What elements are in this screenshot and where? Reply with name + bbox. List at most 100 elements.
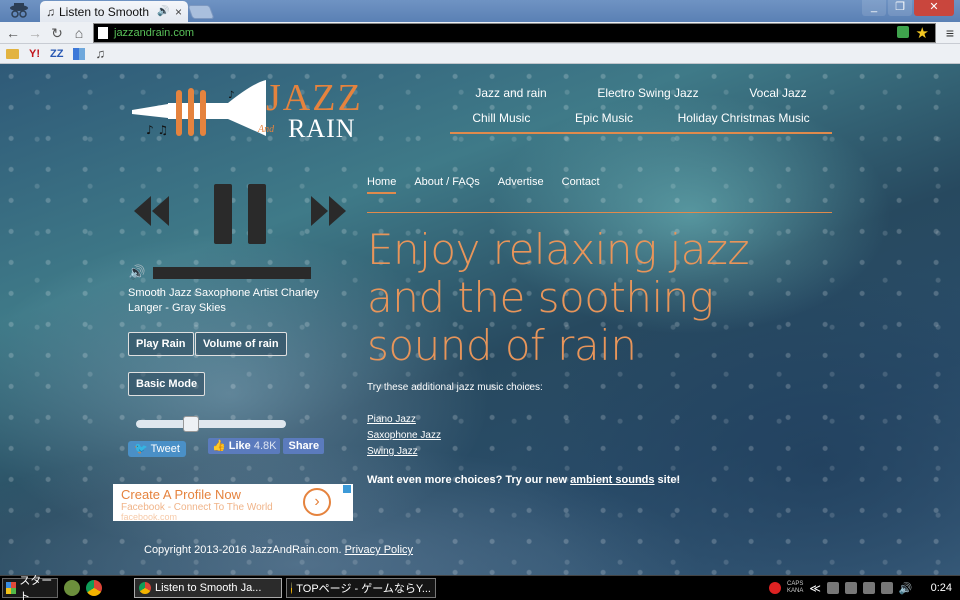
home-icon[interactable]: ⌂ (70, 24, 88, 42)
nav-advertise[interactable]: Advertise (498, 176, 544, 194)
chrome-icon (139, 582, 151, 594)
trumpet-icon: ♪ ♫ ♪ (132, 80, 266, 137)
page-headline: Enjoy relaxing jazz and the soothing sou… (367, 225, 750, 370)
copyright: Copyright 2013-2016 JazzAndRain.com. Pri… (144, 544, 414, 556)
chevron-right-icon[interactable]: › (303, 488, 331, 516)
bookmarks-bar: Y! ZZ ♫ (0, 44, 960, 64)
speaker-icon: 🔊 (157, 6, 170, 17)
main-nav-divider (367, 212, 832, 213)
chrome-quicklaunch-icon[interactable] (86, 580, 102, 596)
nav-home[interactable]: Home (367, 176, 397, 194)
minimize-button[interactable]: _ (862, 0, 886, 16)
thumbs-up-icon: 👍 (212, 440, 226, 452)
device-icon[interactable] (862, 582, 875, 594)
link-swing-jazz[interactable]: Swing Jazz (367, 444, 441, 460)
like-count: 4.8K (253, 440, 277, 452)
pause-icon[interactable] (214, 184, 268, 244)
try-text: Try these additional jazz music choices: (367, 382, 543, 393)
display-icon[interactable] (880, 582, 893, 594)
menu-icon[interactable]: ≡ (946, 25, 954, 41)
link-saxophone-jazz[interactable]: Saxophone Jazz (367, 428, 441, 444)
nav-electro-swing-jazz[interactable]: Electro Swing Jazz (597, 86, 698, 100)
yahoo-bookmark-icon[interactable]: Y! (29, 48, 40, 60)
browser-tab[interactable]: ♫ Listen to Smooth 🔊 × (40, 1, 188, 22)
address-bar[interactable]: jazzandrain.com ★ (93, 23, 936, 43)
windows-flag-icon (6, 582, 17, 594)
logo-and-text: And (258, 124, 275, 135)
reload-icon[interactable]: ↻ (48, 24, 66, 42)
nav-jazz-and-rain[interactable]: Jazz and rain (475, 86, 546, 100)
caps-kana-indicator: CAPS KANA (787, 581, 804, 594)
browser-toolbar: ← → ↻ ⌂ jazzandrain.com ★ ≡ (0, 22, 960, 44)
system-tray: CAPS KANA ≪ 🔊 0:24 (769, 576, 960, 600)
tweet-button[interactable]: 🐦 Tweet (128, 441, 186, 457)
volume-tray-icon[interactable]: 🔊 (899, 582, 913, 595)
grid-bookmark-icon[interactable] (73, 47, 86, 60)
music-player: 🔊 Smooth Jazz Saxophone Artist Charley L… (128, 180, 356, 457)
ad-info-icon[interactable] (343, 485, 351, 493)
basic-mode-button[interactable]: Basic Mode (128, 372, 206, 396)
music-note-icon: ♫ (46, 4, 55, 19)
privacy-policy-link[interactable]: Privacy Policy (345, 544, 413, 556)
back-icon[interactable]: ← (4, 24, 22, 42)
expand-tray-icon[interactable]: ≪ (809, 582, 821, 595)
logo-rain-text: RAIN (288, 114, 356, 143)
nav-about-faqs[interactable]: About / FAQs (414, 176, 479, 194)
main-nav: Home About / FAQs Advertise Contact (367, 176, 832, 213)
share-button[interactable]: Share (283, 438, 325, 454)
more-choices-text: Want even more choices? Try our new ambi… (367, 474, 681, 486)
music-links: Piano Jazz Saxophone Jazz Swing Jazz (367, 412, 441, 460)
new-tab-button[interactable] (187, 5, 215, 19)
page-icon (98, 27, 108, 39)
facebook-buttons: 👍 Like 4.8K Share (208, 438, 325, 454)
quicklaunch-app-icon[interactable] (64, 580, 80, 596)
play-rain-button[interactable]: Play Rain (128, 332, 194, 356)
rewind-icon[interactable] (132, 196, 170, 226)
close-tab-icon[interactable]: × (175, 5, 182, 19)
ambient-sounds-link[interactable]: ambient sounds (570, 474, 654, 486)
tab-title: Listen to Smooth (59, 4, 150, 19)
site-logo[interactable]: ♪ ♫ ♪ JAZZ And RAIN (128, 72, 373, 144)
chrome-icon (291, 582, 293, 594)
link-piano-jazz[interactable]: Piano Jazz (367, 412, 441, 428)
twitter-bird-icon: 🐦 (134, 443, 148, 455)
volume-icon[interactable]: 🔊 (128, 264, 145, 281)
music-bookmark-icon[interactable]: ♫ (95, 46, 105, 61)
security-icon[interactable] (844, 582, 857, 594)
volume-of-rain-button[interactable]: Volume of rain (195, 332, 287, 356)
network-icon[interactable] (826, 582, 839, 594)
like-button[interactable]: 👍 Like 4.8K (208, 438, 281, 454)
zz-bookmark-icon[interactable]: ZZ (50, 48, 63, 60)
fast-forward-icon[interactable] (310, 196, 348, 226)
genre-nav: Jazz and rain Electro Swing Jazz Vocal J… (450, 80, 832, 134)
nav-divider (450, 132, 832, 134)
nav-contact[interactable]: Contact (562, 176, 600, 194)
restore-button[interactable]: ❐ (888, 0, 912, 16)
bookmark-star-icon[interactable]: ★ (916, 24, 929, 42)
ad-banner[interactable]: Create A Profile Now Facebook - Connect … (113, 484, 353, 522)
nav-vocal-jazz[interactable]: Vocal Jazz (749, 86, 806, 100)
taskbar-item-chrome-jazz[interactable]: Listen to Smooth Ja... (134, 578, 282, 598)
nav-chill-music[interactable]: Chill Music (472, 111, 530, 125)
rain-volume-slider[interactable] (136, 416, 286, 432)
forward-icon[interactable]: → (26, 24, 44, 42)
clock: 0:24 (930, 582, 952, 594)
ad-url: facebook.com (121, 512, 178, 522)
slider-thumb[interactable] (183, 416, 199, 432)
start-button[interactable]: スタート (2, 575, 58, 600)
incognito-icon (10, 3, 28, 18)
svg-text:♪ ♫: ♪ ♫ (146, 123, 168, 137)
close-window-button[interactable]: ✕ (914, 0, 954, 16)
svg-text:♪: ♪ (228, 90, 234, 101)
track-title: Smooth Jazz Saxophone Artist Charley Lan… (128, 287, 319, 314)
record-icon[interactable] (769, 582, 782, 594)
taskbar-item-chrome-top[interactable]: TOPページ - ゲームならY... (286, 578, 436, 598)
url-text: jazzandrain.com (114, 27, 195, 39)
page-content: ♪ ♫ ♪ JAZZ And RAIN Jazz and rain Electr… (0, 64, 960, 575)
nav-epic-music[interactable]: Epic Music (575, 111, 633, 125)
nav-holiday-christmas-music[interactable]: Holiday Christmas Music (678, 111, 810, 125)
folder-icon[interactable] (6, 48, 19, 59)
browser-titlebar: ♫ Listen to Smooth 🔊 × _ ❐ ✕ (0, 0, 960, 22)
extension-icon[interactable] (897, 26, 909, 38)
volume-bar[interactable] (153, 266, 312, 279)
